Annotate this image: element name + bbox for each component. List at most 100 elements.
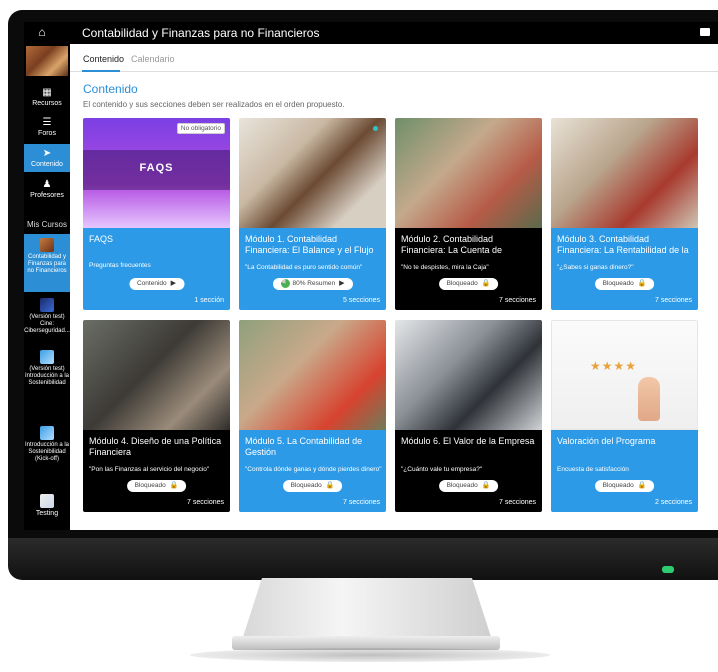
faqs-image-label: FAQS — [139, 162, 174, 174]
card-valoracion[interactable]: ★★★★ Valoración del Programa Encuesta de… — [551, 320, 698, 512]
card-image: FAQS No obligatorio — [83, 118, 230, 228]
my-courses-label: Mis Cursos — [26, 220, 67, 229]
monitor-stand — [242, 578, 492, 640]
summary-button[interactable]: 80% Resumen ▶ — [272, 278, 353, 290]
lock-icon: 🔒 — [325, 482, 335, 489]
sidebar-course-label: Introducción a la Sostenibilidad (Kick-o… — [24, 442, 70, 462]
sidebar-item-contenido[interactable]: ➤ Contenido — [24, 144, 70, 172]
sidebar-course-cine[interactable]: (Versión test) Cine: Ciberseguridad... — [24, 296, 70, 342]
button-label: Bloqueado — [290, 482, 322, 489]
top-bar: ⌂ Contabilidad y Finanzas para no Financ… — [24, 22, 718, 44]
card-title: Módulo 1. Contabilidad Financiera: El Ba… — [245, 234, 374, 255]
section-count: 7 secciones — [499, 297, 536, 304]
button-label: Bloqueado — [602, 482, 634, 489]
button-label: 80% Resumen — [292, 280, 336, 287]
button-label: Bloqueado — [602, 280, 634, 287]
card-body: Módulo 5. La Contabilidad de Gestión "Co… — [239, 430, 386, 512]
locked-button[interactable]: Bloqueado 🔒 — [126, 480, 187, 492]
card-body: Módulo 2. Contabilidad Financiera: La Cu… — [395, 228, 542, 310]
card-modulo-1[interactable]: Módulo 1. Contabilidad Financiera: El Ba… — [239, 118, 386, 310]
card-image — [239, 118, 386, 228]
card-body: Módulo 6. El Valor de la Empresa "¿Cuánt… — [395, 430, 542, 512]
book-icon: ▦ — [42, 87, 52, 98]
button-label: Bloqueado — [134, 482, 166, 489]
locked-button[interactable]: Bloqueado 🔒 — [594, 278, 655, 290]
tab-calendario[interactable]: Calendario — [131, 54, 175, 64]
card-image — [239, 320, 386, 430]
sidebar-course-label: Contabilidad y Finanzas para no Financie… — [27, 254, 67, 274]
card-image — [395, 118, 542, 228]
rating-stars-icon: ★★★★ — [590, 359, 638, 373]
sidebar-course-contabilidad[interactable]: Contabilidad y Finanzas para no Financie… — [24, 234, 70, 292]
section-note: El contenido y sus secciones deben ser r… — [83, 100, 345, 109]
card-modulo-5[interactable]: Módulo 5. La Contabilidad de Gestión "Co… — [239, 320, 386, 512]
person-icon: ♟ — [42, 179, 52, 190]
section-title: Contenido — [83, 82, 138, 96]
tab-bar: Contenido Calendario — [70, 44, 718, 72]
section-count: 7 secciones — [655, 297, 692, 304]
card-title: Módulo 6. El Valor de la Empresa — [401, 436, 535, 446]
course-thumbnail — [40, 350, 54, 364]
sidebar-item-foros[interactable]: ☰ Foros — [24, 114, 70, 140]
sidebar-item-profesores[interactable]: ♟ Profesores — [24, 176, 70, 202]
card-subtitle: "Controla dónde ganas y dónde pierdes di… — [245, 466, 382, 473]
button-label: Bloqueado — [446, 280, 478, 287]
section-count: 7 secciones — [187, 499, 224, 506]
card-body: Módulo 3. Contabilidad Financiera: La Re… — [551, 228, 698, 310]
card-title: Módulo 3. Contabilidad Financiera: La Re… — [557, 234, 689, 255]
card-subtitle: "No te despistes, mira la Caja" — [401, 264, 489, 271]
card-image — [83, 320, 230, 430]
sidebar-course-label: (Versión test) Cine: Ciberseguridad... — [24, 314, 70, 334]
card-modulo-6[interactable]: Módulo 6. El Valor de la Empresa "¿Cuánt… — [395, 320, 542, 512]
sidebar-course-sostenibilidad-kickoff[interactable]: Introducción a la Sostenibilidad (Kick-o… — [24, 424, 70, 482]
stand-shadow — [190, 648, 550, 662]
sidebar-course-label: (Versión test) Introducción a la Sosteni… — [24, 366, 70, 386]
card-faqs[interactable]: FAQS No obligatorio FAQS Preguntas frecu… — [83, 118, 230, 310]
sidebar-item-recursos[interactable]: ▦ Recursos — [24, 84, 70, 110]
locked-button[interactable]: Bloqueado 🔒 — [594, 480, 655, 492]
lock-icon: 🔒 — [637, 482, 647, 489]
home-icon[interactable]: ⌂ — [34, 25, 50, 41]
play-icon: ▶ — [339, 280, 345, 287]
course-avatar[interactable] — [26, 46, 68, 76]
section-count: 1 sección — [194, 297, 224, 304]
card-image: ★★★★ — [551, 320, 698, 430]
locked-button[interactable]: Bloqueado 🔒 — [438, 480, 499, 492]
card-title: FAQS — [89, 234, 114, 244]
progress-ring — [280, 278, 290, 288]
card-body: Módulo 4. Diseño de una Política Financi… — [83, 430, 230, 512]
card-title: Módulo 2. Contabilidad Financiera: La Cu… — [401, 234, 503, 255]
locked-button[interactable]: Bloqueado 🔒 — [282, 480, 343, 492]
sidebar-course-sostenibilidad-test[interactable]: (Versión test) Introducción a la Sosteni… — [24, 348, 70, 404]
course-thumbnail — [40, 298, 54, 312]
card-subtitle: "La Contabilidad es puro sentido común" — [245, 264, 363, 271]
monitor-bezel — [8, 538, 718, 580]
card-title: Módulo 4. Diseño de una Política Financi… — [89, 436, 222, 457]
hand-pointer-icon — [638, 377, 660, 421]
play-icon: ▶ — [170, 280, 177, 287]
card-modulo-3[interactable]: Módulo 3. Contabilidad Financiera: La Re… — [551, 118, 698, 310]
content-button[interactable]: Contenido ▶ — [128, 278, 185, 290]
lock-icon: 🔒 — [637, 280, 647, 287]
locked-button[interactable]: Bloqueado 🔒 — [438, 278, 499, 290]
card-subtitle: "Pon las Finanzas al servicio del negoci… — [89, 466, 210, 473]
card-subtitle: Preguntas frecuentes — [89, 262, 151, 269]
card-body: FAQS Preguntas frecuentes Contenido ▶ 1 s… — [83, 228, 230, 310]
card-title: Módulo 5. La Contabilidad de Gestión — [245, 436, 363, 457]
list-icon: ☰ — [42, 117, 52, 128]
tab-contenido[interactable]: Contenido — [83, 54, 124, 64]
card-body: Módulo 1. Contabilidad Financiera: El Ba… — [239, 228, 386, 310]
section-count: 5 secciones — [343, 297, 380, 304]
card-body: Valoración del Programa Encuesta de sati… — [551, 430, 698, 512]
sidebar-course-testing[interactable]: Testing — [24, 492, 70, 522]
card-subtitle: Encuesta de satisfacción — [557, 466, 629, 473]
button-label: Bloqueado — [446, 482, 478, 489]
progress-indicator-dot — [373, 126, 378, 131]
card-modulo-2[interactable]: Módulo 2. Contabilidad Financiera: La Cu… — [395, 118, 542, 310]
mail-icon[interactable] — [700, 28, 710, 36]
lock-icon: 🔒 — [169, 482, 179, 489]
card-subtitle: "¿Sabes si ganas dinero?" — [557, 264, 634, 271]
screen: ⌂ Contabilidad y Finanzas para no Financ… — [24, 22, 718, 530]
card-modulo-4[interactable]: Módulo 4. Diseño de una Política Financi… — [83, 320, 230, 512]
section-count: 2 secciones — [655, 499, 692, 506]
